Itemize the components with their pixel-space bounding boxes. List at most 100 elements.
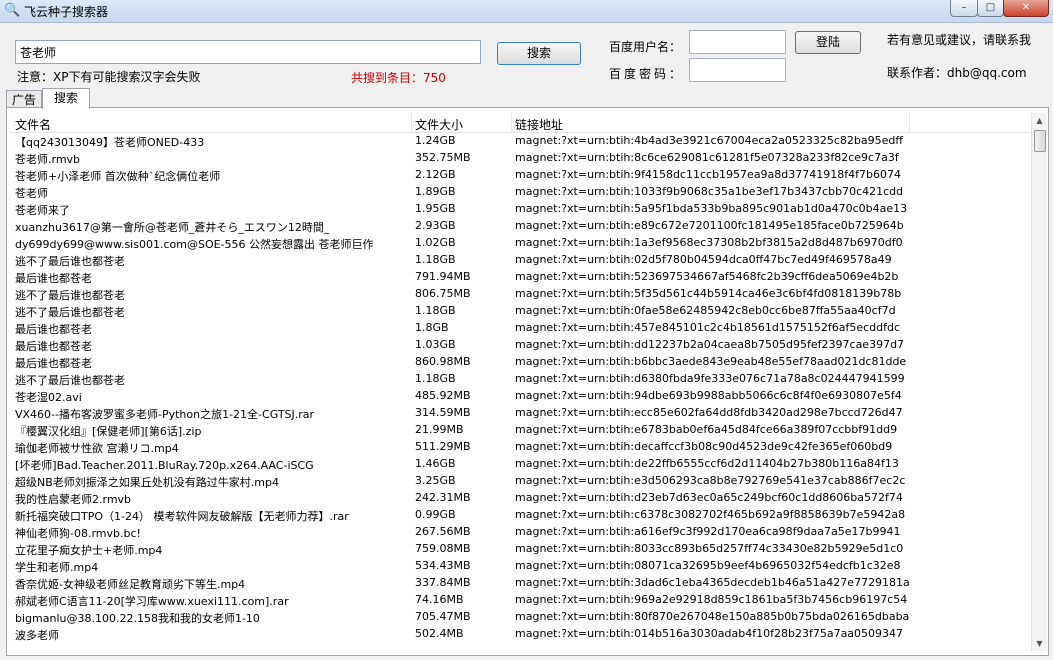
cell-filesize: 3.25GB [415,474,456,487]
table-row[interactable]: 立花里子痴女护士+老师.mp4 759.08MB magnet:?xt=urn:bt… [10,541,1030,558]
cell-filesize: 242.31MB [415,491,471,504]
cell-link: magnet:?xt=urn:btih:969a2e92918d859c1861… [515,593,908,606]
close-button[interactable]: ✕ [1003,0,1049,17]
table-row[interactable]: 逃不了最后谁也都苍老 1.18GB magnet:?xt=urn:btih:d638… [10,371,1030,388]
table-row[interactable]: 苍老师来了 1.95GB magnet:?xt=urn:btih:5a95f1bda… [10,201,1030,218]
cell-link: magnet:?xt=urn:btih:d6380fbda9fe333e076c… [515,372,905,385]
table-row[interactable]: 香奈优姬-女神级老师丝足教育顽劣下等生.mp4 337.84MB magnet:?x… [10,575,1030,592]
table-row[interactable]: 我的性启蒙老师2.rmvb 242.31MB magnet:?xt=urn:btih… [10,490,1030,507]
results-table: 文件名 文件大小 链接地址 【qq243013049】苍老师ONED-433 1.… [10,113,1030,651]
scroll-thumb[interactable] [1034,130,1046,152]
cell-filename: 波多老师 [15,629,59,642]
cell-filesize: 759.08MB [415,542,471,555]
column-divider[interactable] [411,113,412,132]
cell-filesize: 534.43MB [415,559,471,572]
cell-link: magnet:?xt=urn:btih:80f870e267048e150a88… [515,610,910,623]
table-row[interactable]: 波多老师 502.4MB magnet:?xt=urn:btih:014b516a3… [10,626,1030,643]
table-row[interactable]: 最后谁也都苍老 1.8GB magnet:?xt=urn:btih:457e8451… [10,320,1030,337]
cell-filesize: 1.46GB [415,457,456,470]
cell-link: magnet:?xt=urn:btih:dd12237b2a04caea8b75… [515,338,905,351]
cell-filename: 逃不了最后谁也都苍老 [15,289,125,302]
cell-filename: 新托福突破口TPO（1-24） 模考软件网友破解版【无老师力荐】.rar [15,510,349,523]
minimize-button[interactable]: – [950,0,978,17]
table-row[interactable]: 苍老师 1.89GB magnet:?xt=urn:btih:1033f9b9068… [10,184,1030,201]
table-row[interactable]: 苍老师+小泽老师 首次做种`纪念俩位老师 2.12GB magnet:?xt=urn… [10,167,1030,184]
cell-link: magnet:?xt=urn:btih:5a95f1bda533b9ba895c… [515,202,908,215]
password-field[interactable] [689,58,786,82]
cell-filesize: 1.89GB [415,185,456,198]
maximize-button[interactable]: □ [977,0,1004,17]
cell-filesize: 791.94MB [415,270,471,283]
cell-link: magnet:?xt=urn:btih:08071ca32695b9eef4b6… [515,559,901,572]
cell-filesize: 1.8GB [415,321,449,334]
cell-filename: 最后谁也都苍老 [15,272,92,285]
magnifier-icon: 🔍 [4,3,21,18]
header-filename[interactable]: 文件名 [15,116,51,133]
cell-filesize: 485.92MB [415,389,471,402]
table-row[interactable]: 苍老湿02.avi 485.92MB magnet:?xt=urn:btih:94d… [10,388,1030,405]
table-row[interactable]: 苍老师.rmvb 352.75MB magnet:?xt=urn:btih:8c6c… [10,150,1030,167]
cell-link: magnet:?xt=urn:btih:523697534667af5468fc… [515,270,899,283]
cell-filesize: 2.12GB [415,168,456,181]
cell-link: magnet:?xt=urn:btih:1033f9b9068c35a1be3e… [515,185,904,198]
scroll-down-icon[interactable]: ▼ [1032,636,1047,651]
table-row[interactable]: dy699dy699@www.sis001.com@SOE-556 公然妄想露出… [10,235,1030,252]
header-link[interactable]: 链接地址 [515,116,563,133]
login-button[interactable]: 登陆 [795,31,861,54]
cell-filesize: 1.18GB [415,253,456,266]
title-bar: 🔍 飞云种子搜索器 – □ ✕ [0,0,1053,23]
table-row[interactable]: 逃不了最后谁也都苍老 1.18GB magnet:?xt=urn:btih:02d5… [10,252,1030,269]
cell-link: magnet:?xt=urn:btih:94dbe693b9988abb5066… [515,389,902,402]
tab-search[interactable]: 搜索 [42,88,90,109]
username-field[interactable] [689,30,786,54]
search-button[interactable]: 搜索 [497,42,581,65]
cell-filename: xuanzhu3617@第一會所@苍老师_蒼井そら_エスワン12時間_ [15,221,330,234]
table-row[interactable]: xuanzhu3617@第一會所@苍老师_蒼井そら_エスワン12時間_ 2.93G… [10,218,1030,235]
cell-filesize: 337.84MB [415,576,471,589]
cell-filesize: 705.47MB [415,610,471,623]
table-row[interactable]: 神仙老师狗-08.rmvb.bc! 267.56MB magnet:?xt=urn:… [10,524,1030,541]
cell-link: magnet:?xt=urn:btih:1a3ef9568ec37308b2bf… [515,236,903,249]
cell-link: magnet:?xt=urn:btih:ecc85e602fa64dd8fdb3… [515,406,903,419]
cell-link: magnet:?xt=urn:btih:4b4ad3e3921c67004eca… [515,134,903,147]
cell-link: magnet:?xt=urn:btih:b6bbc3aede843e9eab48… [515,355,907,368]
cell-link: magnet:?xt=urn:btih:a616ef9c3f992d170ea6… [515,525,901,538]
table-row[interactable]: [坏老师]Bad.Teacher.2011.BluRay.720p.x264.A… [10,456,1030,473]
tab-ad[interactable]: 广告 [6,90,42,107]
cell-link: magnet:?xt=urn:btih:decaffccf3b08c90d452… [515,440,893,453]
table-row[interactable]: bigmanlu@38.100.22.158我和我的女老师1-10 705.47M… [10,609,1030,626]
cell-link: magnet:?xt=urn:btih:d23eb7d63ec0a65c249b… [515,491,903,504]
window-title: 飞云种子搜索器 [24,5,109,19]
table-row[interactable]: VX460--播布客波罗蜜多老师-Python之旅1-21全-CGTSJ.rar… [10,405,1030,422]
table-row[interactable]: 最后谁也都苍老 791.94MB magnet:?xt=urn:btih:52369… [10,269,1030,286]
cell-filesize: 1.03GB [415,338,456,351]
table-row[interactable]: 超级NB老师刘振泽之如果丘处机没有路过牛家村.mp4 3.25GB magnet:?… [10,473,1030,490]
cell-filename: 逃不了最后谁也都苍老 [15,306,125,319]
table-row[interactable]: 逃不了最后谁也都苍老 1.18GB magnet:?xt=urn:btih:0fae… [10,303,1030,320]
table-row[interactable]: 新托福突破口TPO（1-24） 模考软件网友破解版【无老师力荐】.rar 0.99… [10,507,1030,524]
header-filesize[interactable]: 文件大小 [415,116,463,133]
search-input[interactable] [15,40,481,64]
table-row[interactable]: 学生和老师.mp4 534.43MB magnet:?xt=urn:btih:080… [10,558,1030,575]
table-row[interactable]: 郝斌老师C语言11-20[学习库www.xuexi111.com].rar 74.… [10,592,1030,609]
table-row[interactable]: 『樱翼汉化组』[保健老师][第6话].zip 21.99MB magnet:?xt=… [10,422,1030,439]
table-header: 文件名 文件大小 链接地址 [10,113,1030,133]
cell-link: magnet:?xt=urn:btih:e89c672e7201100fc181… [515,219,904,232]
vertical-scrollbar[interactable]: ▲ ▼ [1031,113,1047,651]
table-row[interactable]: 逃不了最后谁也都苍老 806.75MB magnet:?xt=urn:btih:5f… [10,286,1030,303]
table-row[interactable]: 最后谁也都苍老 860.98MB magnet:?xt=urn:btih:b6bbc… [10,354,1030,371]
cell-filename: 郝斌老师C语言11-20[学习库www.xuexi111.com].rar [15,595,289,608]
cell-filesize: 352.75MB [415,151,471,164]
cell-filename: VX460--播布客波罗蜜多老师-Python之旅1-21全-CGTSJ.rar [15,408,315,421]
table-row[interactable]: 瑜伽老师被サ性欲 宫濑リコ.mp4 511.29MB magnet:?xt=urn:… [10,439,1030,456]
cell-filesize: 2.93GB [415,219,456,232]
cell-filesize: 0.99GB [415,508,456,521]
password-label: 百度密码： [609,67,685,81]
table-row[interactable]: 最后谁也都苍老 1.03GB magnet:?xt=urn:btih:dd12237… [10,337,1030,354]
column-divider[interactable] [511,113,512,132]
column-divider[interactable] [909,113,910,132]
table-row[interactable]: 【qq243013049】苍老师ONED-433 1.24GB magnet:?xt… [10,133,1030,150]
cell-filename: 苍老师 [15,187,48,200]
scroll-up-icon[interactable]: ▲ [1032,113,1047,128]
cell-filename: 苍老师+小泽老师 首次做种`纪念俩位老师 [15,170,221,183]
